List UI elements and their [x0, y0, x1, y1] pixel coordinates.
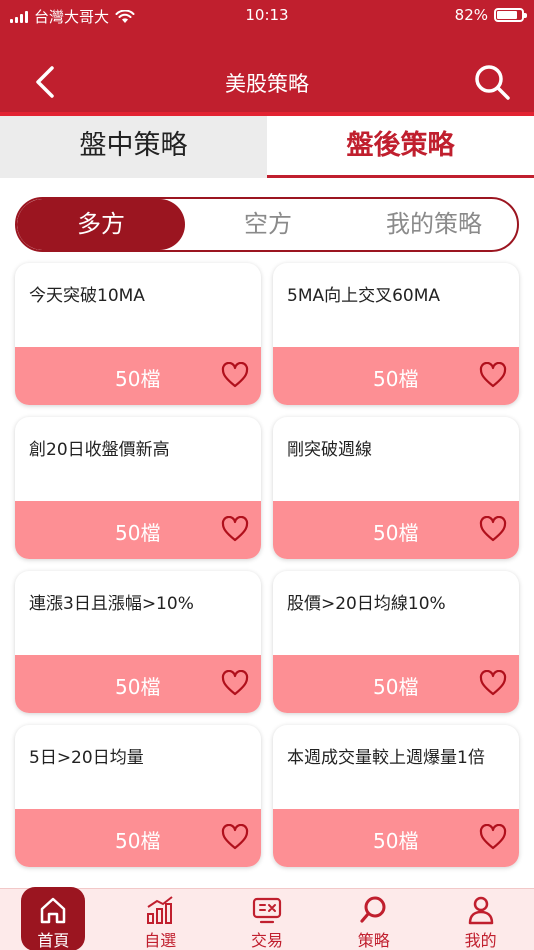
strategy-title: 剛突破週線: [287, 440, 372, 460]
strategy-title: 連漲3日且漲幅>10%: [29, 594, 194, 614]
heart-icon[interactable]: [479, 670, 507, 696]
direction-segment: 多方 空方 我的策略: [15, 197, 519, 252]
tab-after-hours-strategy[interactable]: 盤後策略: [267, 116, 534, 178]
bottom-nav: 首頁 自選 交易 策略 我的: [0, 887, 534, 950]
status-bar: 台灣大哥大 10:13 82%: [0, 0, 534, 30]
nav-label: 交易: [250, 931, 283, 950]
nav-profile[interactable]: 我的: [427, 889, 534, 950]
segment-long[interactable]: 多方: [17, 199, 185, 250]
home-icon: [41, 897, 66, 924]
battery-percent: 82%: [454, 6, 488, 24]
nav-label: 我的: [464, 931, 497, 950]
trade-icon: [252, 897, 282, 924]
strategy-card[interactable]: 創20日收盤價新高 50檔: [15, 417, 261, 559]
app-header: 台灣大哥大 10:13 82% 美股策略: [0, 0, 534, 112]
battery-icon: [494, 8, 527, 22]
user-icon: [468, 896, 493, 925]
strategy-card[interactable]: 剛突破週線 50檔: [273, 417, 519, 559]
strategy-title: 創20日收盤價新高: [29, 440, 170, 460]
strategy-title: 本週成交量較上週爆量1倍: [287, 748, 485, 768]
strategy-card[interactable]: 5日>20日均量 50檔: [15, 725, 261, 867]
heart-icon[interactable]: [479, 516, 507, 542]
segment-my-strategy[interactable]: 我的策略: [351, 199, 517, 250]
search-icon[interactable]: [472, 62, 512, 102]
bar-chart-icon: [147, 896, 173, 924]
heart-icon[interactable]: [221, 670, 249, 696]
strategy-card[interactable]: 連漲3日且漲幅>10% 50檔: [15, 571, 261, 713]
nav-label: 自選: [144, 931, 177, 950]
stock-count: 50檔: [115, 675, 161, 699]
heart-icon[interactable]: [479, 824, 507, 850]
main-tabs: 盤中策略 盤後策略: [0, 116, 534, 178]
segment-short[interactable]: 空方: [185, 199, 351, 250]
strategy-card[interactable]: 今天突破10MA 50檔: [15, 263, 261, 405]
nav-home[interactable]: 首頁: [0, 887, 107, 950]
strategy-card[interactable]: 股價>20日均線10% 50檔: [273, 571, 519, 713]
nav-label: 策略: [357, 931, 390, 950]
nav-watchlist[interactable]: 自選: [107, 889, 214, 950]
heart-icon[interactable]: [221, 824, 249, 850]
strategy-card[interactable]: 本週成交量較上週爆量1倍 50檔: [273, 725, 519, 867]
nav-label: 首頁: [37, 931, 70, 950]
stock-count: 50檔: [373, 367, 419, 391]
stock-count: 50檔: [373, 675, 419, 699]
search-icon: [360, 896, 386, 923]
strategy-card[interactable]: 5MA向上交叉60MA 50檔: [273, 263, 519, 405]
heart-icon[interactable]: [221, 362, 249, 388]
page-title: 美股策略: [225, 72, 309, 96]
strategy-title: 5日>20日均量: [29, 748, 144, 768]
stock-count: 50檔: [373, 521, 419, 545]
stock-count: 50檔: [115, 829, 161, 853]
strategy-title: 今天突破10MA: [29, 286, 145, 306]
strategy-title: 股價>20日均線10%: [287, 594, 446, 614]
strategy-title: 5MA向上交叉60MA: [287, 286, 441, 306]
heart-icon[interactable]: [221, 516, 249, 542]
stock-count: 50檔: [373, 829, 419, 853]
nav-trade[interactable]: 交易: [214, 889, 321, 950]
stock-count: 50檔: [115, 521, 161, 545]
heart-icon[interactable]: [479, 362, 507, 388]
tab-intraday-strategy[interactable]: 盤中策略: [0, 116, 267, 178]
stock-count: 50檔: [115, 367, 161, 391]
nav-strategy[interactable]: 策略: [320, 889, 427, 950]
